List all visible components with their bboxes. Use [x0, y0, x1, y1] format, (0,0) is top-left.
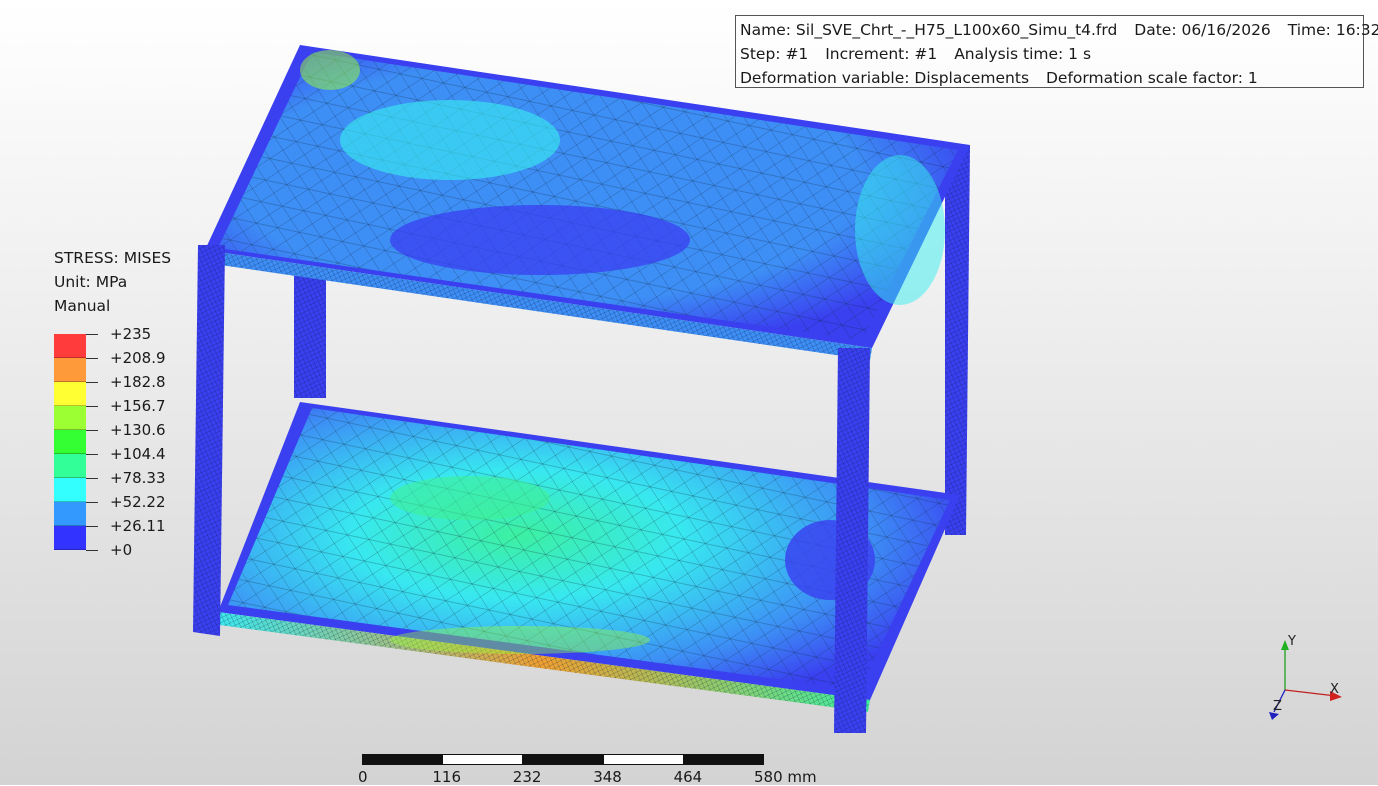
colorbar-label: +182.8	[110, 373, 166, 391]
colorbar-cell	[54, 478, 86, 502]
colorbar-cell	[54, 502, 86, 526]
colorbar-label: +130.6	[110, 421, 166, 439]
colorbar-label: +52.22	[110, 493, 166, 511]
x-axis-label: X	[1330, 682, 1339, 697]
colorbar-tick	[86, 454, 98, 455]
colorbar-tick	[86, 550, 98, 551]
scale-bar-label: 580 mm	[754, 768, 817, 786]
colorbar-label: +208.9	[110, 349, 166, 367]
deformation-scale-factor: Deformation scale factor: 1	[1045, 69, 1258, 87]
scale-bar-label: 348	[593, 768, 622, 786]
colorbar-tick	[86, 526, 98, 527]
colorbar-cell	[54, 454, 86, 478]
front-right-leg	[834, 348, 870, 733]
scale-bar-segment	[522, 754, 604, 765]
legend-unit: Unit: MPa	[54, 273, 128, 291]
result-increment: Increment: #1	[825, 45, 938, 63]
colorbar-label: +156.7	[110, 397, 166, 415]
colorbar-tick	[86, 478, 98, 479]
scale-bar-segment	[683, 754, 764, 765]
scale-bar-segment	[603, 754, 684, 765]
colorbar-cell	[54, 358, 86, 382]
scale-bar-label: 232	[512, 768, 542, 786]
y-axis-label: Y	[1287, 634, 1296, 649]
colorbar-label: +78.33	[110, 469, 166, 487]
scale-bar-segment	[362, 754, 443, 765]
scale-bar-label: 0	[358, 768, 368, 786]
colorbar-cell	[54, 334, 86, 358]
colorbar-tick	[86, 430, 98, 431]
colorbar-cell	[54, 430, 86, 454]
stress-legend-header: STRESS: MISES Unit: MPa Manual	[54, 246, 171, 318]
colorbar-tick	[86, 334, 98, 335]
axis-triad: Y X Z	[1269, 634, 1342, 720]
colorbar-cell	[54, 382, 86, 406]
legend-title: STRESS: MISES	[54, 249, 172, 267]
stress-colorbar	[54, 334, 86, 550]
colorbar-label: +26.11	[110, 517, 166, 535]
colorbar-label: +104.4	[110, 445, 166, 463]
z-axis-label: Z	[1273, 699, 1282, 714]
colorbar-tick	[86, 502, 98, 503]
scale-bar	[362, 754, 764, 765]
colorbar-cell	[54, 526, 86, 550]
colorbar-cell	[54, 406, 86, 430]
colorbar-tick	[86, 358, 98, 359]
deformation-variable: Deformation variable: Displacements	[740, 69, 1030, 87]
result-file-name: Name: Sil_SVE_Chrt_-_H75_L100x60_Simu_t4…	[740, 21, 1118, 39]
scale-bar-label: 464	[673, 768, 703, 786]
colorbar-tick	[86, 382, 98, 383]
scale-bar-segment	[442, 754, 523, 765]
result-analysis-time: Analysis time: 1 s	[954, 45, 1092, 63]
scale-bar-label: 116	[432, 768, 462, 786]
fea-viewport[interactable]	[0, 0, 1378, 785]
result-info-box: Name: Sil_SVE_Chrt_-_H75_L100x60_Simu_t4…	[735, 15, 1378, 88]
colorbar-label: +235	[110, 325, 152, 343]
colorbar-tick	[86, 406, 98, 407]
result-time: Time: 16:32:53	[1287, 21, 1378, 39]
back-left-leg	[294, 270, 326, 398]
result-step: Step: #1	[740, 45, 809, 63]
colorbar-label: +0	[110, 541, 133, 559]
result-date: Date: 06/16/2026	[1134, 21, 1271, 39]
front-left-leg	[193, 245, 225, 636]
back-right-leg	[945, 145, 970, 535]
legend-mode: Manual	[54, 297, 111, 315]
